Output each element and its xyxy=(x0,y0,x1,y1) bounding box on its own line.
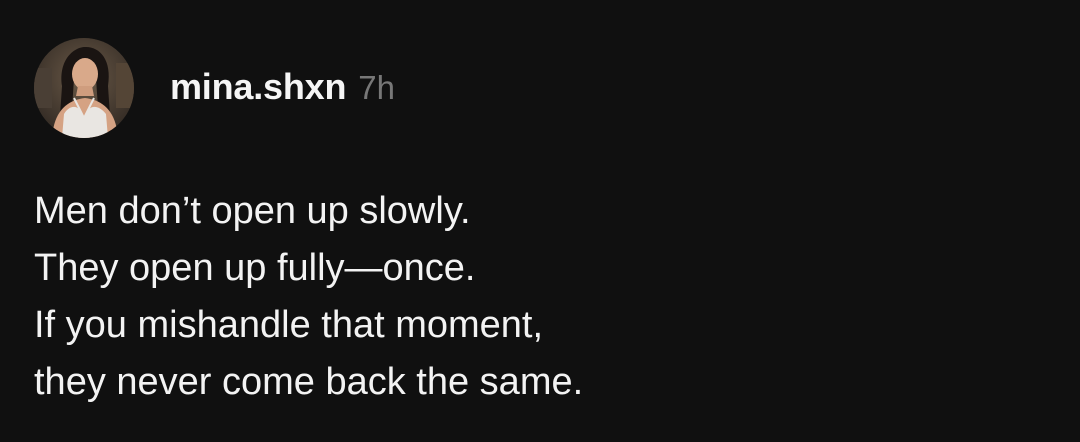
profile-photo-icon xyxy=(34,38,134,138)
post-text-line: They open up fully—once. xyxy=(34,247,476,289)
post-text-line: they never come back the same. xyxy=(34,361,584,403)
post-header: mina.shxn 7h xyxy=(34,38,395,138)
post-timestamp: 7h xyxy=(358,69,395,106)
post-body: Men don’t open up slowly. They open up f… xyxy=(34,183,1044,411)
post-text-line: If you mishandle that moment, xyxy=(34,304,544,346)
avatar[interactable] xyxy=(34,38,134,138)
thread-post: mina.shxn 7h Men don’t open up slowly. T… xyxy=(0,0,1080,442)
post-text-line: Men don’t open up slowly. xyxy=(34,190,471,232)
post-meta: mina.shxn 7h xyxy=(170,66,395,108)
username-link[interactable]: mina.shxn xyxy=(170,66,346,108)
